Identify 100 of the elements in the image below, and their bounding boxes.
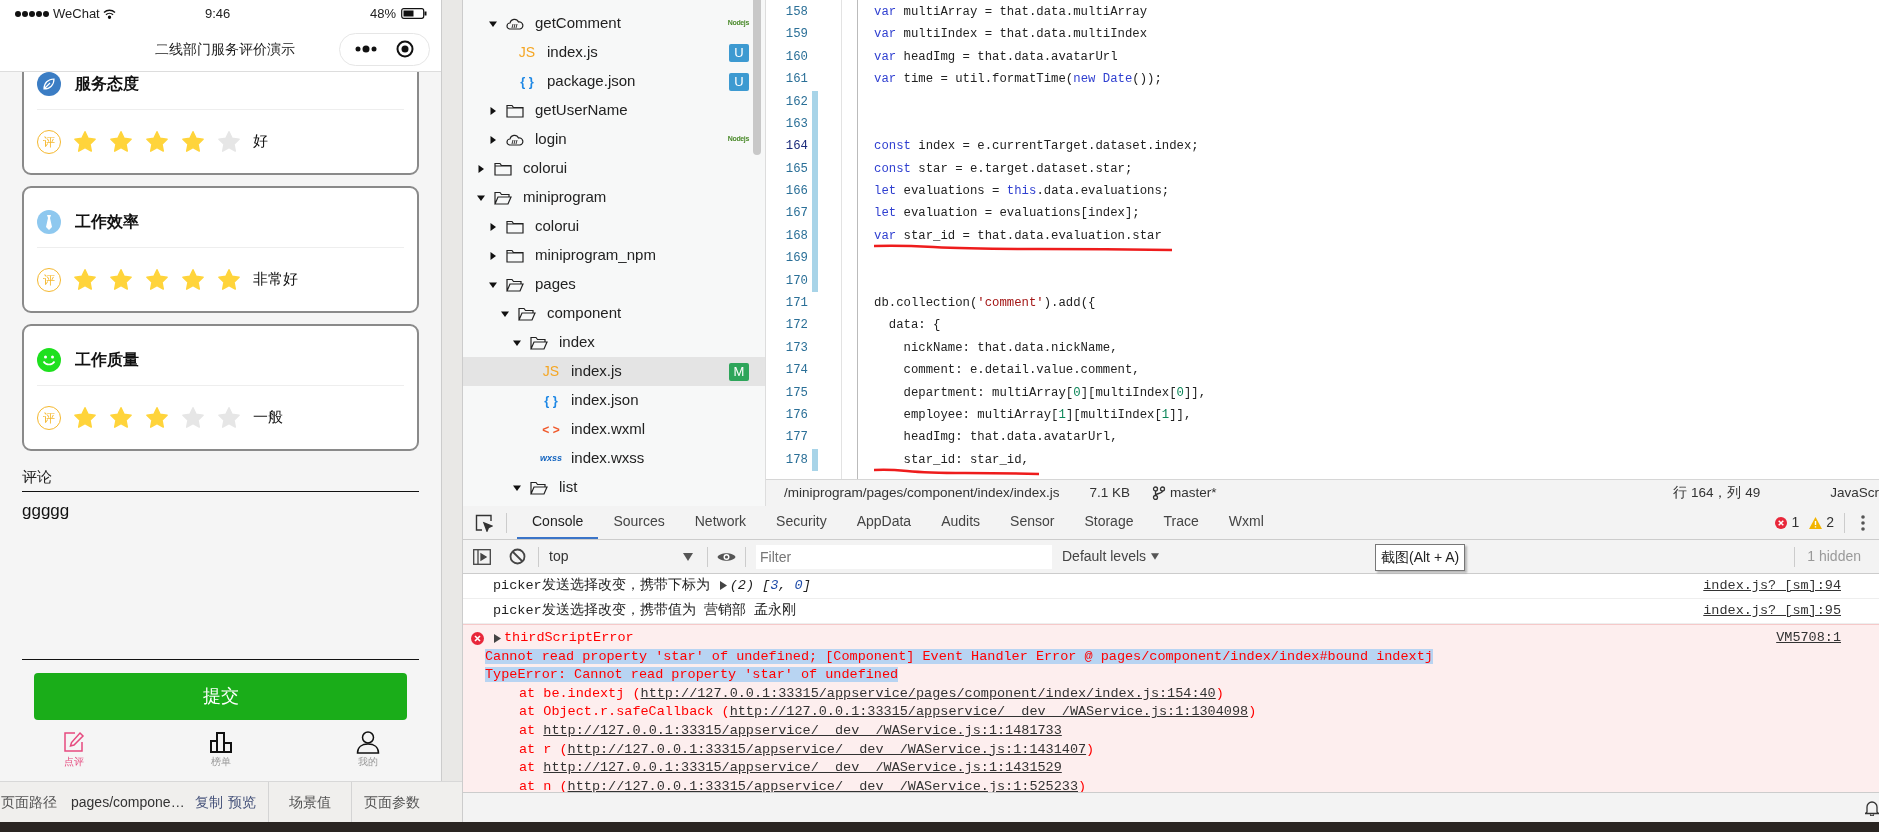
file-tree-item[interactable]: wxss index.wxss (463, 444, 765, 473)
devtools-tab[interactable]: Security (761, 506, 842, 539)
file-tree-item[interactable]: < > index.wxml (463, 415, 765, 444)
file-tree-item[interactable]: { } package.json U (463, 67, 765, 96)
collapse-arrow-icon[interactable] (513, 483, 521, 492)
star-icon[interactable] (73, 405, 97, 430)
star-icon[interactable] (217, 267, 241, 292)
star-icon[interactable] (181, 405, 205, 430)
collapse-arrow-icon[interactable] (501, 309, 509, 318)
star-icon[interactable] (109, 405, 133, 430)
tie-icon (37, 209, 61, 234)
code-line: star_id: star_id, (874, 450, 1029, 470)
star-icon[interactable] (109, 129, 133, 154)
collapse-arrow-icon[interactable] (513, 338, 521, 347)
code-line: var headImg = that.data.avatarUrl (874, 48, 1118, 66)
star-icon[interactable] (217, 129, 241, 154)
file-tree-item[interactable]: list (463, 473, 765, 502)
error-title[interactable]: thirdScriptError (504, 629, 634, 648)
file-tree-item[interactable]: index (463, 328, 765, 357)
eye-icon[interactable] (717, 550, 736, 563)
collapse-arrow-icon[interactable] (489, 280, 497, 289)
expand-arrow-icon[interactable] (477, 164, 485, 173)
devtools-tab[interactable]: Trace (1148, 506, 1214, 539)
cloud-folder-icon (506, 17, 524, 30)
context-select[interactable]: top (549, 546, 699, 567)
devtools-tab[interactable]: Wxml (1213, 506, 1279, 539)
more-icon[interactable] (355, 45, 378, 53)
devtools-tab[interactable]: Console (517, 506, 599, 539)
sidebar-toggle-icon[interactable] (473, 548, 491, 565)
bell-icon[interactable] (1865, 799, 1879, 816)
error-message: TypeError: Cannot read property 'star' of undefined (485, 667, 899, 683)
git-branch[interactable]: master* (1169, 482, 1217, 504)
stack-url-link[interactable]: http://127.0.0.1:33315/appservice/__dev__/WAService.js:1:1431529 (543, 760, 1062, 776)
collapse-arrow-icon[interactable] (477, 193, 485, 202)
language-mode[interactable]: JavaScr (1830, 482, 1879, 504)
file-tree-item[interactable]: component (463, 299, 765, 328)
more-menu-icon[interactable] (1861, 514, 1865, 531)
devtools-tab[interactable]: Sources (598, 506, 680, 539)
file-tree-item[interactable]: getUserName (463, 96, 765, 125)
code-line: let evaluations = this.data.evaluations; (874, 183, 1170, 201)
stack-url-link[interactable]: http://127.0.0.1:33315/appservice/__dev__/WAService.js:1:1304098 (729, 704, 1249, 720)
star-icon[interactable] (181, 267, 205, 292)
devtools-tab[interactable]: Sensor (995, 506, 1070, 539)
star-icon[interactable] (73, 267, 97, 292)
expand-arrow-icon[interactable] (489, 106, 497, 115)
code-line: var multiArray = that.data.multiArray (874, 3, 1148, 21)
file-tree-item[interactable]: JS index.js U (463, 38, 765, 67)
file-tree-item[interactable]: miniprogram_npm (463, 241, 765, 270)
file-tree-item[interactable]: { } index.json (463, 386, 765, 415)
expand-arrow-icon[interactable] (489, 251, 497, 260)
expand-arrow-icon[interactable] (719, 580, 728, 590)
clear-console-icon[interactable] (509, 548, 526, 565)
file-tree-item[interactable]: colorui (463, 154, 765, 183)
stack-url-link[interactable]: http://127.0.0.1:33315/appservice/__dev__/WAService.js:1:1481733 (543, 722, 1062, 738)
star-icon[interactable] (217, 405, 241, 430)
error-icon (1775, 516, 1788, 529)
source-link[interactable]: index.js? [sm]:95 (1703, 600, 1841, 622)
git-status-badge: U (729, 43, 749, 62)
expand-arrow-icon[interactable] (489, 135, 497, 144)
source-link[interactable]: index.js? [sm]:94 (1703, 575, 1841, 597)
expand-arrow-icon[interactable] (494, 633, 501, 643)
code-line: const star = e.target.dataset.star; (874, 160, 1133, 178)
star-icon[interactable] (145, 129, 169, 154)
file-type-icon: < > (542, 420, 560, 439)
scrollbar-thumb[interactable] (753, 0, 761, 155)
bar-chart-icon (207, 730, 234, 754)
scene-button[interactable]: 场景值 (268, 791, 351, 813)
line-number: 170 (784, 272, 808, 290)
path-action-link[interactable]: 预览 (227, 791, 256, 813)
file-tree-item[interactable]: pages (463, 270, 765, 299)
source-link[interactable]: VM5708:1 (1776, 629, 1841, 648)
star-icon[interactable] (73, 129, 97, 154)
stack-url-link[interactable]: http://127.0.0.1:33315/appservice/__dev__/WAService.js:1:525233 (567, 778, 1078, 792)
devtools-tab[interactable]: AppData (841, 506, 927, 539)
star-icon[interactable] (145, 405, 169, 430)
star-icon[interactable] (181, 129, 205, 154)
capsule-menu[interactable] (339, 32, 430, 66)
stack-url-link[interactable]: http://127.0.0.1:33315/appservice/__dev__/WAService.js:1:1431407 (567, 741, 1087, 757)
stack-url-link[interactable]: http://127.0.0.1:33315/appservice/pages/component/index/index.js:154:40 (640, 685, 1216, 701)
devtools-tab[interactable]: Network (679, 506, 762, 539)
collapse-arrow-icon[interactable] (489, 19, 497, 28)
category-title: 服务态度 (75, 73, 139, 94)
tab-bar-item[interactable]: 点评 (0, 730, 147, 769)
expand-arrow-icon[interactable] (489, 222, 497, 231)
file-tree-item[interactable]: JS index.js M (463, 357, 765, 386)
devtools-tab[interactable]: Audits (926, 506, 996, 539)
warning-icon (1809, 516, 1823, 529)
star-icon[interactable] (109, 267, 133, 292)
file-tree-item[interactable]: miniprogram (463, 183, 765, 212)
smiley-icon (37, 347, 61, 372)
path-action-link[interactable]: 复制 (194, 791, 223, 813)
devtools-tab[interactable]: Storage (1069, 506, 1149, 539)
file-tree-item[interactable]: colorui (463, 212, 765, 241)
comment-field[interactable]: ggggg (22, 492, 419, 660)
star-icon[interactable] (145, 267, 169, 292)
filter-field[interactable]: Filter (756, 544, 1052, 569)
log-levels-select[interactable]: Default levels (1062, 546, 1160, 567)
file-type-icon: { } (520, 71, 534, 92)
params-button[interactable]: 页面参数 (351, 791, 432, 813)
inspect-icon[interactable] (475, 513, 493, 532)
